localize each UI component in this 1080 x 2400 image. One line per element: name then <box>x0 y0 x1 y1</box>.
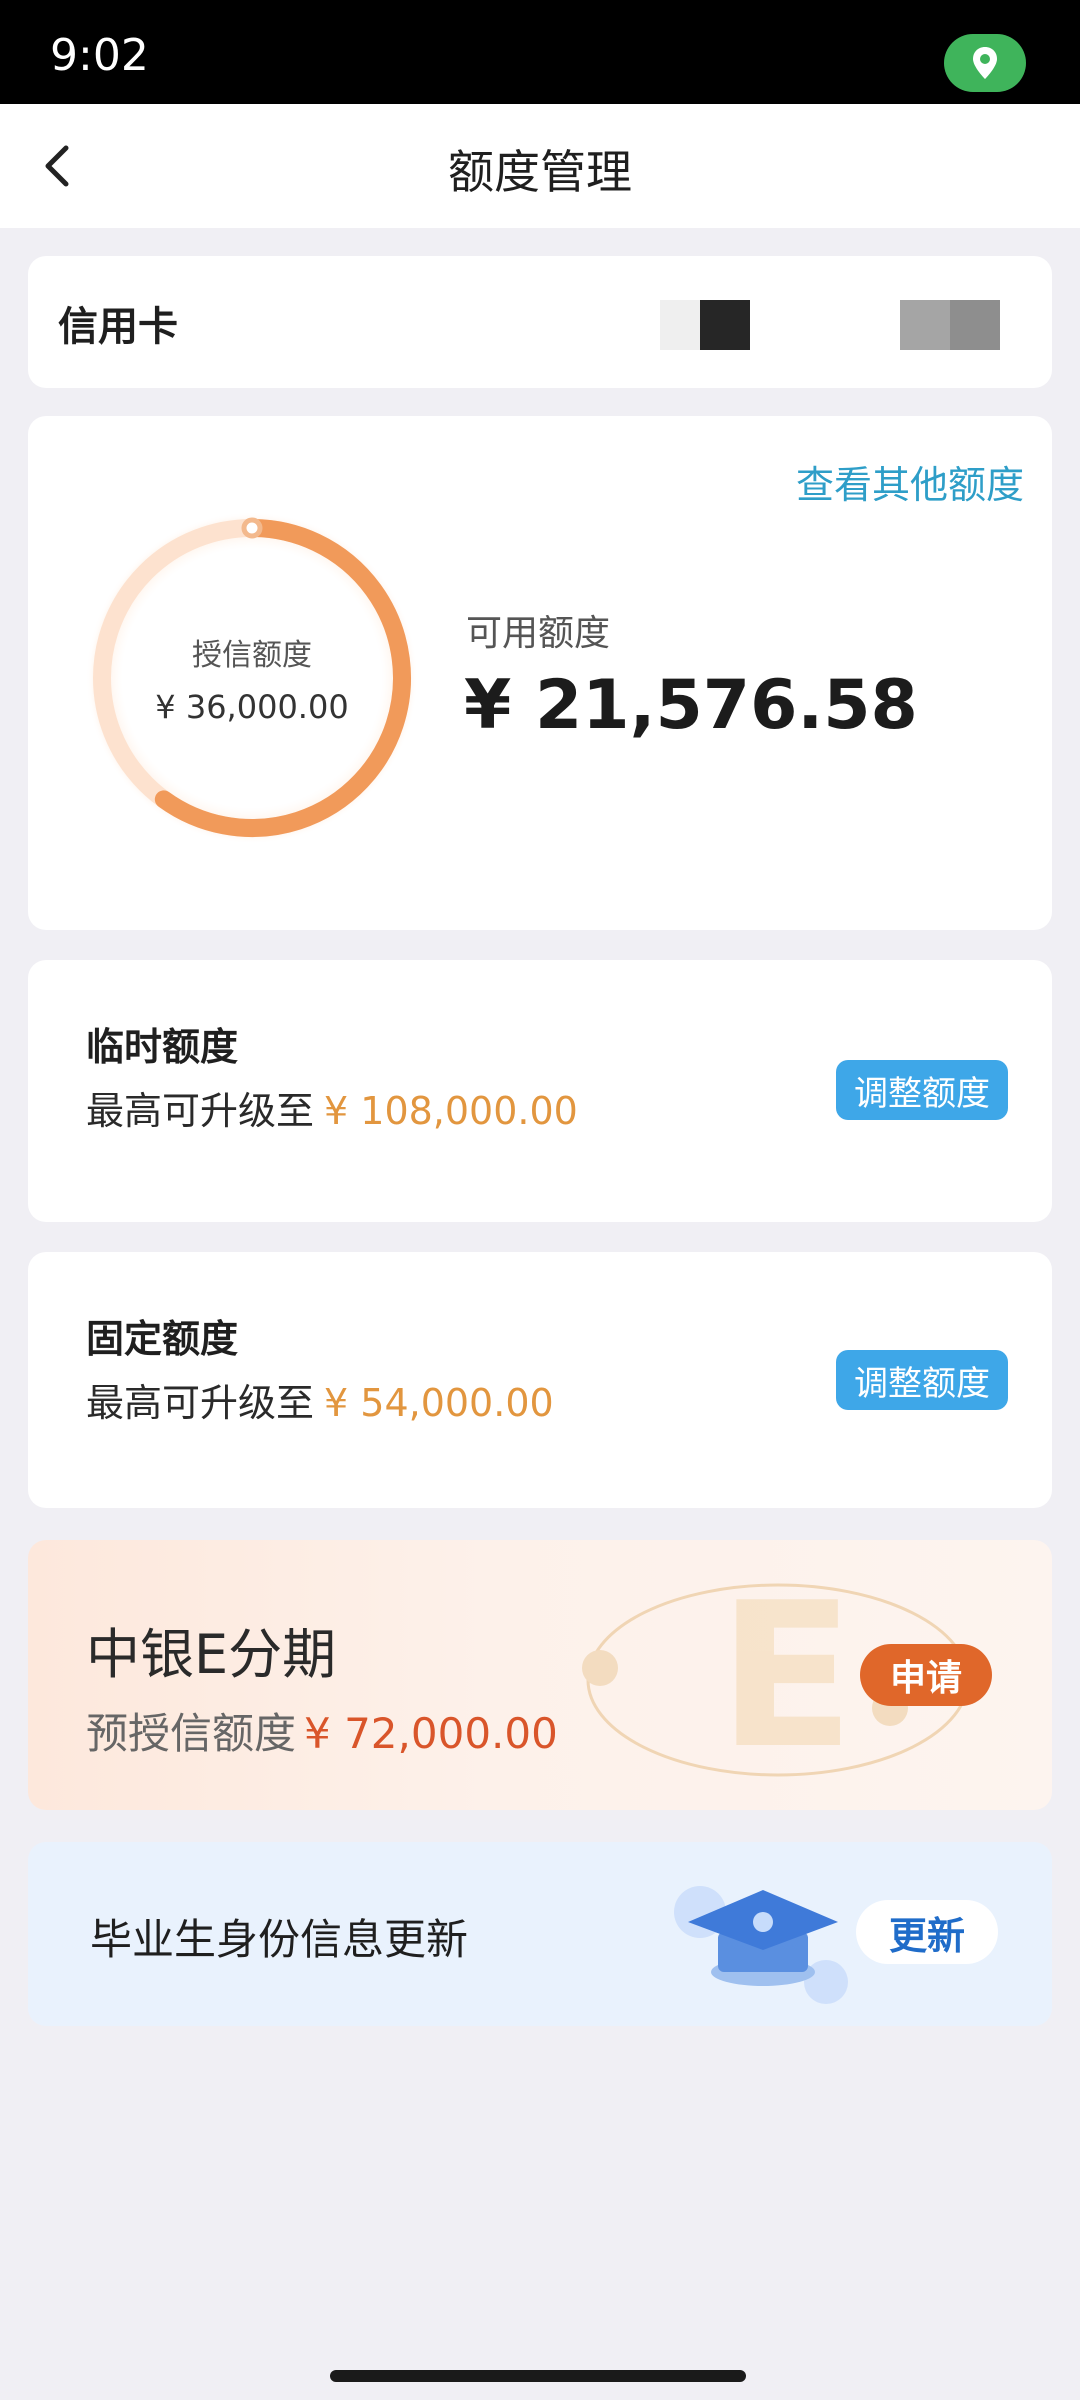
fixed-limit-prefix: 最高可升级至 <box>86 1381 315 1425</box>
card-number-mask <box>700 300 750 350</box>
card-type-label: 信用卡 <box>58 304 178 350</box>
credit-limit-label: 授信额度 <box>192 638 312 673</box>
update-button[interactable]: 更新 <box>856 1900 998 1964</box>
svg-text:E: E <box>718 1560 855 1793</box>
status-bar: 9:02 <box>0 0 1080 104</box>
temporary-limit-prefix: 最高可升级至 <box>86 1089 315 1133</box>
home-indicator[interactable] <box>330 2370 746 2382</box>
temporary-limit-desc: 最高可升级至 ¥ 108,000.00 <box>86 1080 578 1135</box>
status-time: 9:02 <box>50 30 149 81</box>
adjust-temporary-limit-button[interactable]: 调整额度 <box>836 1060 1008 1120</box>
available-limit-label: 可用额度 <box>466 613 611 654</box>
e-installment-desc: 预授信额度 ¥ 72,000.00 <box>86 1700 558 1761</box>
page-title: 额度管理 <box>448 145 632 199</box>
graduation-cap-icon <box>674 1886 848 2004</box>
e-installment-card[interactable]: E 中银E分期 预授信额度 ¥ 72,000.00 申请 <box>28 1540 1052 1810</box>
fixed-limit-desc: 最高可升级至 ¥ 54,000.00 <box>86 1372 554 1427</box>
graduate-update-title: 毕业生身份信息更新 <box>90 1915 469 1964</box>
adjust-fixed-limit-button[interactable]: 调整额度 <box>836 1350 1008 1410</box>
view-other-limits-link[interactable]: 查看其他额度 <box>796 454 1024 509</box>
apply-button[interactable]: 申请 <box>860 1644 992 1706</box>
location-pin-icon <box>944 34 1026 92</box>
e-installment-amount: ¥ 72,000.00 <box>304 1709 558 1758</box>
fixed-limit-amount: ¥ 54,000.00 <box>324 1381 554 1425</box>
e-installment-prefix: 预授信额度 <box>86 1709 297 1758</box>
card-number-mask <box>900 300 950 350</box>
card-type-row[interactable]: 信用卡 <box>28 256 1052 388</box>
credit-overview-card: 查看其他额度 授信额度 ¥ 36,000.00 可用额度 ¥ 21,576.58 <box>28 416 1052 930</box>
credit-limit-amount: ¥ 36,000.00 <box>155 688 349 726</box>
fixed-limit-title: 固定额度 <box>86 1317 239 1361</box>
credit-ring: 授信额度 ¥ 36,000.00 <box>82 508 422 848</box>
fixed-limit-card: 固定额度 最高可升级至 ¥ 54,000.00 调整额度 <box>28 1252 1052 1508</box>
temporary-limit-title: 临时额度 <box>86 1025 239 1069</box>
card-number-mask <box>950 300 1000 350</box>
e-installment-title: 中银E分期 <box>86 1623 337 1686</box>
nav-bar: 额度管理 <box>0 104 1080 228</box>
temporary-limit-card: 临时额度 最高可升级至 ¥ 108,000.00 调整额度 <box>28 960 1052 1222</box>
available-limit-amount: ¥ 21,576.58 <box>464 666 918 745</box>
graduate-update-card[interactable]: 毕业生身份信息更新 更新 <box>28 1842 1052 2026</box>
temporary-limit-amount: ¥ 108,000.00 <box>324 1089 578 1133</box>
